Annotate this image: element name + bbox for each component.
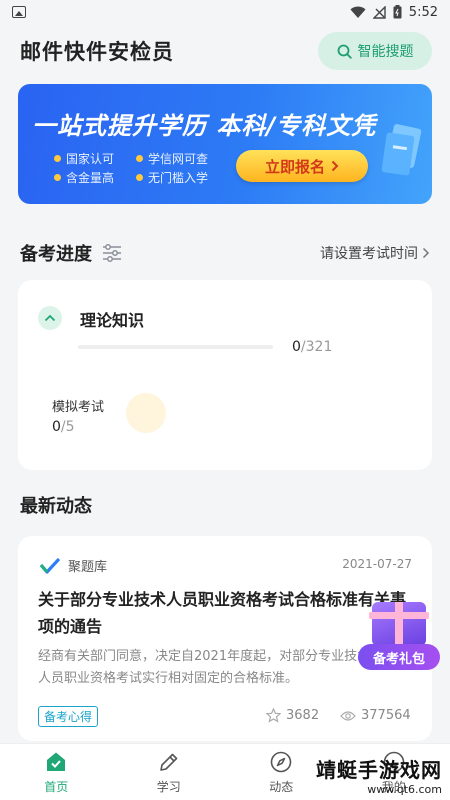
smart-search-label: 智能搜题 bbox=[357, 44, 414, 60]
favorites-stat: 3682 bbox=[266, 708, 319, 723]
gift-pack-label: 备考礼包 bbox=[358, 644, 440, 670]
mock-exam-progress-circle bbox=[126, 393, 166, 433]
news-tag[interactable]: 备考心得 bbox=[38, 706, 99, 727]
status-time: 5:52 bbox=[408, 4, 438, 20]
tab-study-label: 学习 bbox=[156, 779, 181, 794]
chevron-up-icon bbox=[44, 314, 56, 322]
smart-search-button[interactable]: 智能搜题 bbox=[318, 32, 432, 70]
tab-home-label: 首页 bbox=[44, 779, 69, 794]
banner-feature: 学信网可查 bbox=[136, 150, 208, 167]
watermark-text: 靖蜓手游戏网 bbox=[316, 758, 442, 782]
tab-study[interactable]: 学习 bbox=[113, 744, 226, 800]
no-signal-icon bbox=[372, 5, 386, 19]
views-count: 377564 bbox=[361, 708, 411, 723]
eye-icon bbox=[340, 710, 356, 721]
banner-headline: 一站式提升学历 本科/专科文凭 bbox=[32, 112, 377, 140]
site-watermark: 靖蜓手游戏网 www.qt6.com bbox=[316, 754, 442, 796]
mock-exam-label[interactable]: 模拟考试 bbox=[52, 396, 104, 415]
progress-section-header: 备考进度 请设置考试时间 bbox=[0, 238, 450, 268]
gallery-notification-icon bbox=[12, 6, 26, 18]
status-bar: 5:52 bbox=[0, 0, 450, 24]
bullet-dot bbox=[136, 174, 143, 181]
theory-progress-bar bbox=[78, 345, 273, 349]
news-section-title: 最新动态 bbox=[20, 496, 92, 517]
theory-knowledge-title[interactable]: 理论知识 bbox=[80, 307, 144, 331]
news-title[interactable]: 关于部分专业技术人员职业资格考试合格标准有关事项的通告 bbox=[38, 586, 408, 640]
wifi-icon bbox=[350, 6, 366, 18]
chevron-right-icon bbox=[422, 247, 430, 259]
mock-done-count: 0 bbox=[52, 419, 61, 435]
search-icon bbox=[337, 44, 352, 59]
theory-total-count: /321 bbox=[300, 339, 333, 355]
progress-section-title: 备考进度 bbox=[20, 244, 92, 265]
collapse-toggle[interactable] bbox=[38, 306, 62, 330]
news-date: 2021-07-27 bbox=[342, 557, 412, 571]
gift-box-icon bbox=[369, 602, 429, 646]
favorites-count: 3682 bbox=[286, 708, 320, 723]
theory-done-count: 0 bbox=[292, 339, 301, 355]
set-exam-time-label: 请设置考试时间 bbox=[320, 246, 418, 262]
app-header: 邮件快件安检员 智能搜题 bbox=[0, 28, 450, 74]
enroll-now-label: 立即报名 bbox=[264, 157, 325, 176]
mock-exam-count: 0/5 bbox=[52, 419, 75, 435]
bullet-dot bbox=[136, 155, 143, 162]
enroll-now-button[interactable]: 立即报名 bbox=[236, 150, 368, 182]
pencil-icon bbox=[159, 753, 178, 771]
tab-home[interactable]: 首页 bbox=[0, 744, 113, 800]
study-progress-card: 理论知识 0/321 模拟考试 0/5 bbox=[18, 280, 432, 470]
promo-banner[interactable]: 一站式提升学历 本科/专科文凭 国家认可 学信网可查 含金量高 无门槛入学 立即… bbox=[18, 84, 432, 204]
tiku-logo-icon bbox=[40, 557, 60, 574]
battery-icon bbox=[393, 5, 402, 19]
banner-feature: 含金量高 bbox=[54, 169, 114, 186]
star-icon bbox=[266, 708, 281, 723]
banner-feature: 无门槛入学 bbox=[136, 169, 208, 186]
compass-icon bbox=[270, 751, 292, 772]
news-section-header: 最新动态 bbox=[0, 490, 450, 520]
banner-feature: 国家认可 bbox=[54, 150, 114, 167]
tab-news-label: 动态 bbox=[269, 779, 294, 794]
exam-gift-pack-button[interactable]: 备考礼包 bbox=[358, 598, 440, 676]
news-excerpt: 经商有关部门同意，决定自2021年度起，对部分专业技术人员职业资格考试实行相对固… bbox=[38, 649, 371, 686]
page-title: 邮件快件安检员 bbox=[20, 40, 174, 64]
home-icon bbox=[47, 752, 66, 771]
bullet-dot bbox=[54, 155, 61, 162]
news-source-label: 聚题库 bbox=[68, 560, 108, 575]
views-stat: 377564 bbox=[340, 708, 411, 723]
set-exam-time-link[interactable]: 请设置考试时间 bbox=[320, 243, 430, 263]
filter-settings-icon[interactable] bbox=[102, 244, 122, 262]
news-source: 聚题库 bbox=[40, 556, 107, 575]
mock-total-count: /5 bbox=[60, 419, 75, 435]
watermark-url: www.qt6.com bbox=[367, 783, 442, 796]
chevron-right-icon bbox=[331, 160, 339, 172]
bullet-dot bbox=[54, 174, 61, 181]
theory-progress-count: 0/321 bbox=[292, 339, 332, 355]
certificate-illustration-icon bbox=[381, 124, 422, 176]
